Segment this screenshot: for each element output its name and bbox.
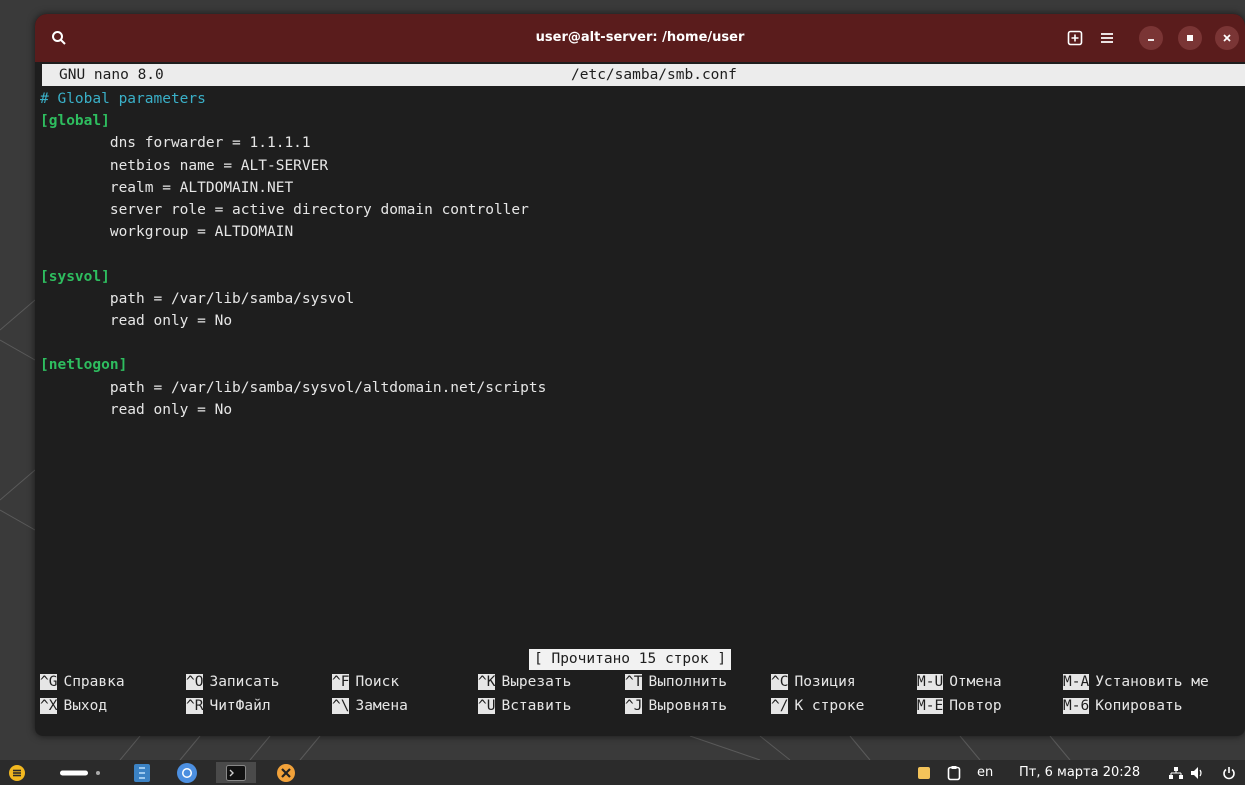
config-line: read only = No bbox=[40, 401, 233, 418]
shortcut-key: M-A bbox=[1063, 674, 1090, 690]
nano-shortcut: M-E Повтор bbox=[917, 695, 1002, 717]
shortcut-label: Выровнять bbox=[648, 698, 728, 714]
nano-shortcut: M-U Отмена bbox=[917, 671, 1002, 693]
nano-header-bar: GNU nano 8.0 /etc/samba/smb.conf bbox=[42, 64, 1245, 86]
notes-icon[interactable] bbox=[917, 762, 931, 783]
config-section-header: [sysvol] bbox=[40, 268, 110, 285]
shortcut-key: ^C bbox=[771, 674, 789, 690]
shortcut-key: ^J bbox=[625, 698, 643, 714]
shortcut-key: ^K bbox=[478, 674, 496, 690]
close-icon[interactable] bbox=[1215, 26, 1239, 50]
config-line: read only = No bbox=[40, 313, 233, 329]
shortcut-key: ^G bbox=[40, 674, 58, 690]
config-line: dns forwarder = 1.1.1.1 bbox=[40, 135, 311, 152]
shortcut-key: ^O bbox=[186, 674, 204, 690]
shortcut-key: M-6 bbox=[1063, 698, 1090, 714]
shortcut-label: К строке bbox=[794, 698, 865, 714]
shortcut-key: ^T bbox=[625, 674, 643, 690]
shortcut-label: Выполнить bbox=[648, 674, 728, 690]
shortcut-label: Замена bbox=[355, 698, 408, 714]
shortcut-label: Справка bbox=[63, 674, 125, 690]
nano-shortcut: ^K Вырезать bbox=[478, 671, 571, 693]
nano-shortcut: ^R ЧитФайл bbox=[186, 695, 271, 717]
search-icon[interactable] bbox=[47, 26, 71, 50]
terminal-window: user@alt-server: /home/user GNU nano 8.0… bbox=[35, 14, 1245, 736]
keyboard-layout[interactable]: en bbox=[977, 762, 993, 783]
shortcut-key: ^X bbox=[40, 698, 58, 714]
nano-shortcut: ^\ Замена bbox=[332, 695, 408, 717]
shortcut-label: Отмена bbox=[949, 674, 1002, 690]
shortcut-key: ^/ bbox=[771, 698, 789, 714]
config-section-header: [global] bbox=[40, 113, 110, 130]
nano-filename: /etc/samba/smb.conf bbox=[571, 67, 737, 83]
shortcut-label: Позиция bbox=[794, 674, 856, 690]
minimize-icon[interactable] bbox=[1139, 26, 1163, 50]
network-icon[interactable] bbox=[1168, 762, 1184, 783]
shortcut-key: ^F bbox=[332, 674, 350, 690]
taskbar: en Пт, 6 марта 20:28 bbox=[0, 760, 1245, 785]
shortcut-label: Вырезать bbox=[501, 674, 572, 690]
nano-shortcut: ^J Выровнять bbox=[625, 695, 727, 717]
clipboard-icon[interactable] bbox=[947, 762, 961, 783]
nano-shortcut: ^/ К строке bbox=[771, 695, 864, 717]
config-line: path = /var/lib/samba/sysvol/altdomain.n… bbox=[40, 379, 547, 396]
shortcut-key: M-E bbox=[917, 698, 944, 714]
config-comment: # Global parameters bbox=[40, 91, 206, 107]
workspace-switcher-icon[interactable] bbox=[60, 762, 104, 783]
nano-shortcut: ^U Вставить bbox=[478, 695, 571, 717]
config-line: netbios name = ALT-SERVER bbox=[40, 157, 329, 174]
shortcut-label: Вставить bbox=[501, 698, 572, 714]
chromium-icon[interactable] bbox=[176, 762, 198, 783]
config-line: server role = active directory domain co… bbox=[40, 202, 529, 218]
nano-shortcut: ^G Справка bbox=[40, 671, 125, 693]
terminal-icon[interactable] bbox=[216, 762, 256, 783]
nano-shortcut: ^X Выход bbox=[40, 695, 107, 717]
new-tab-icon[interactable] bbox=[1063, 26, 1087, 50]
shortcut-key: M-U bbox=[917, 674, 944, 690]
nano-shortcut: ^F Поиск bbox=[332, 671, 399, 693]
shortcut-label: Копировать bbox=[1095, 698, 1183, 714]
nano-shortcut: M-6 Копировать bbox=[1063, 695, 1183, 717]
settings-icon[interactable] bbox=[276, 762, 296, 783]
shortcut-label: ЧитФайл bbox=[209, 698, 271, 714]
shortcut-label: Поиск bbox=[355, 674, 400, 690]
shortcut-label: Выход bbox=[63, 698, 108, 714]
nano-shortcut: ^C Позиция bbox=[771, 671, 856, 693]
volume-icon[interactable] bbox=[1190, 762, 1206, 783]
config-line: path = /var/lib/samba/sysvol bbox=[40, 290, 355, 307]
nano-shortcut: ^O Записать bbox=[186, 671, 279, 693]
nano-status-message: [ Прочитано 15 строк ] bbox=[529, 649, 732, 670]
nano-shortcut: ^T Выполнить bbox=[625, 671, 727, 693]
config-line: realm = ALTDOMAIN.NET bbox=[40, 179, 294, 196]
file-manager-icon[interactable] bbox=[133, 762, 151, 783]
shortcut-label: Записать bbox=[209, 674, 280, 690]
maximize-icon[interactable] bbox=[1178, 26, 1202, 50]
shortcut-label: Установить ме bbox=[1095, 674, 1209, 690]
hamburger-menu-icon[interactable] bbox=[1095, 26, 1119, 50]
window-titlebar[interactable]: user@alt-server: /home/user bbox=[35, 14, 1245, 62]
clock[interactable]: Пт, 6 марта 20:28 bbox=[1019, 762, 1140, 783]
terminal-content[interactable]: GNU nano 8.0 /etc/samba/smb.conf # Globa… bbox=[35, 62, 1245, 736]
shortcut-key: ^\ bbox=[332, 698, 350, 714]
nano-version: GNU nano 8.0 bbox=[59, 67, 164, 83]
shortcut-key: ^U bbox=[478, 698, 496, 714]
config-section-header: [netlogon] bbox=[40, 357, 128, 374]
shortcut-label: Повтор bbox=[949, 698, 1002, 714]
menu-icon[interactable] bbox=[8, 762, 26, 783]
config-line: workgroup = ALTDOMAIN bbox=[40, 224, 294, 241]
shortcut-key: ^R bbox=[186, 698, 204, 714]
power-icon[interactable] bbox=[1222, 762, 1236, 783]
nano-shortcut: M-A Установить ме bbox=[1063, 671, 1209, 693]
